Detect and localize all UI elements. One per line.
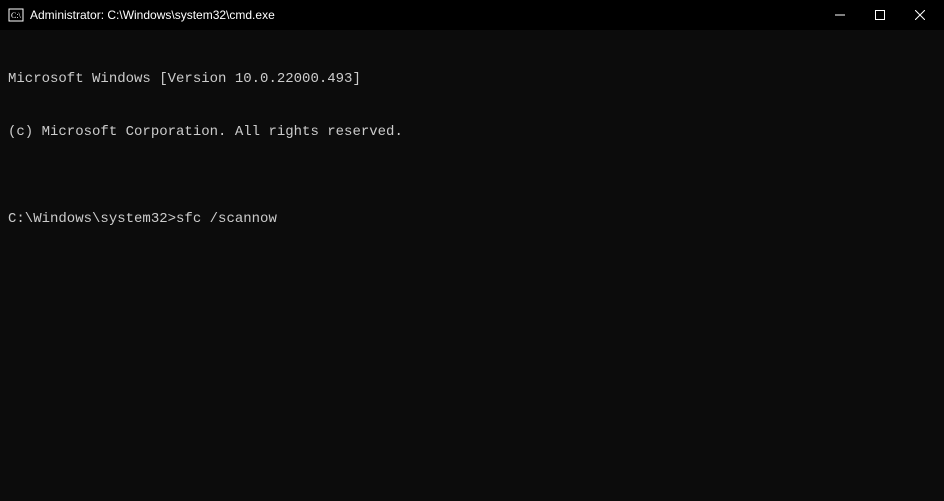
window-title: Administrator: C:\Windows\system32\cmd.e… — [30, 8, 830, 22]
copyright-line: (c) Microsoft Corporation. All rights re… — [8, 124, 936, 142]
svg-text:C:\: C:\ — [11, 11, 22, 20]
prompt-line: C:\Windows\system32>sfc /scannow — [8, 211, 936, 229]
maximize-button[interactable] — [870, 5, 890, 25]
command-input[interactable]: sfc /scannow — [176, 211, 277, 229]
cmd-icon: C:\ — [8, 7, 24, 23]
text-cursor — [278, 211, 286, 227]
close-button[interactable] — [910, 5, 930, 25]
minimize-button[interactable] — [830, 5, 850, 25]
title-bar: C:\ Administrator: C:\Windows\system32\c… — [0, 0, 944, 30]
terminal-body[interactable]: Microsoft Windows [Version 10.0.22000.49… — [0, 30, 944, 501]
prompt-path: C:\Windows\system32> — [8, 211, 176, 229]
version-line: Microsoft Windows [Version 10.0.22000.49… — [8, 71, 936, 89]
window-controls — [830, 5, 930, 25]
